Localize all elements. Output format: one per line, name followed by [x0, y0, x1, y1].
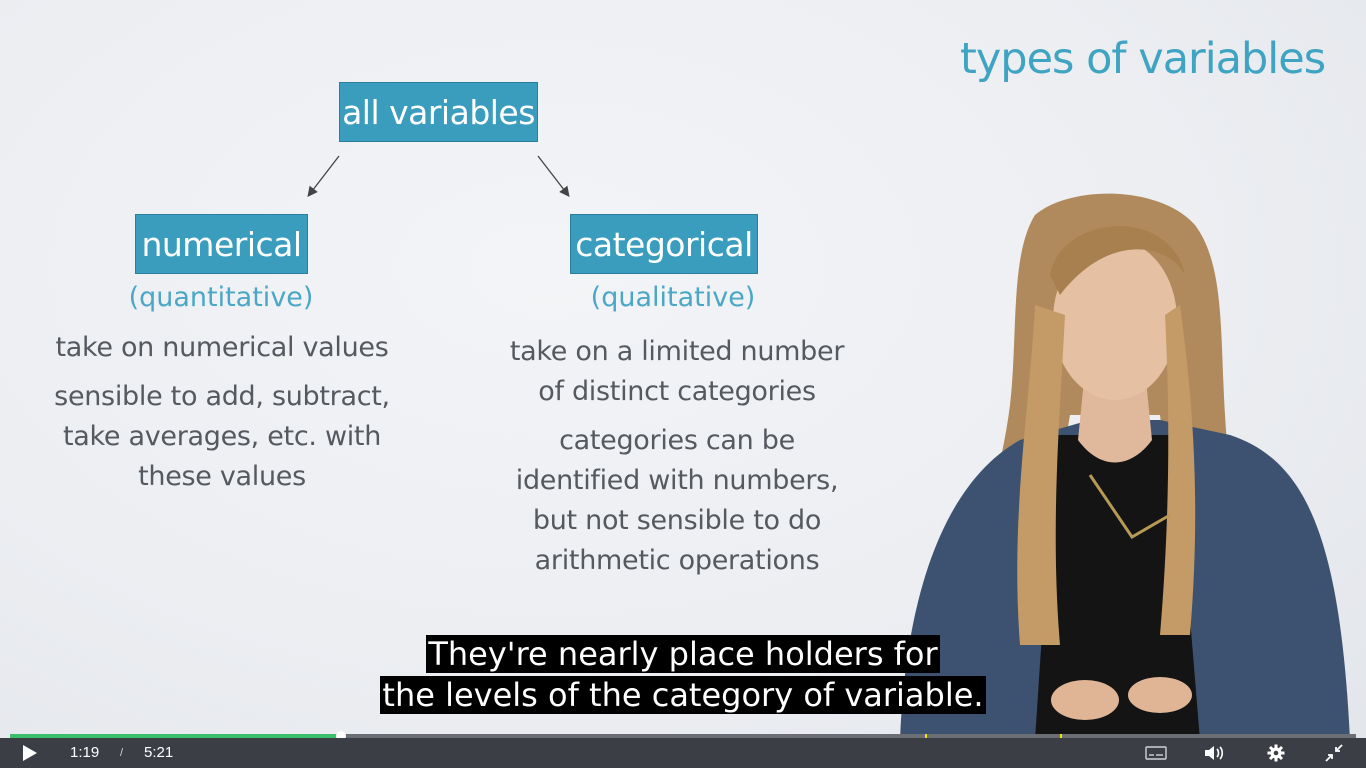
numerical-box: numerical [135, 214, 308, 274]
exit-fullscreen-button[interactable] [1322, 742, 1346, 764]
time-separator: / [120, 747, 124, 759]
subtitle-line-2: the levels of the category of variable. [380, 676, 986, 714]
control-bar: 1:19 / 5:21 [0, 738, 1366, 768]
arrow-to-categorical [537, 155, 570, 198]
closed-captions-icon [1145, 746, 1167, 760]
settings-gear-icon [1267, 744, 1285, 762]
qualitative-label: (qualitative) [590, 282, 756, 313]
subtitle-line-1: They're nearly place holders for [426, 635, 940, 673]
categorical-box: categorical [570, 214, 758, 274]
all-variables-box: all variables [339, 82, 538, 142]
exit-fullscreen-icon [1325, 744, 1343, 762]
text-line: sensible to add, subtract, [54, 381, 390, 412]
settings-button[interactable] [1264, 742, 1288, 764]
text-line: but not sensible to do [532, 505, 822, 536]
text-line: take on numerical values [55, 332, 389, 363]
arrow-to-numerical [307, 155, 340, 198]
numerical-description-2: sensible to add, subtract, take averages… [20, 377, 424, 497]
text-line: categories can be [559, 425, 795, 456]
volume-icon [1205, 746, 1224, 760]
numerical-description-1: take on numerical values [20, 328, 424, 368]
play-button[interactable] [14, 741, 44, 765]
text-line: identified with numbers, [515, 465, 839, 496]
quantitative-label: (quantitative) [128, 282, 314, 313]
subtitles: They're nearly place holders for the lev… [0, 634, 1366, 716]
volume-button[interactable] [1202, 742, 1228, 764]
duration: 5:21 [144, 744, 174, 761]
text-line: take averages, etc. with [62, 421, 382, 452]
video-player[interactable]: types of variables all variables numeric… [0, 0, 1366, 768]
play-icon [23, 745, 37, 761]
categorical-description-1: take on a limited number of distinct cat… [476, 332, 878, 412]
current-time: 1:19 [70, 744, 100, 761]
text-line: of distinct categories [538, 376, 816, 407]
categorical-description-2: categories can be identified with number… [476, 421, 878, 581]
captions-button[interactable] [1143, 743, 1169, 763]
text-line: take on a limited number [509, 336, 845, 367]
text-line: these values [138, 461, 306, 492]
text-line: arithmetic operations [534, 545, 820, 576]
